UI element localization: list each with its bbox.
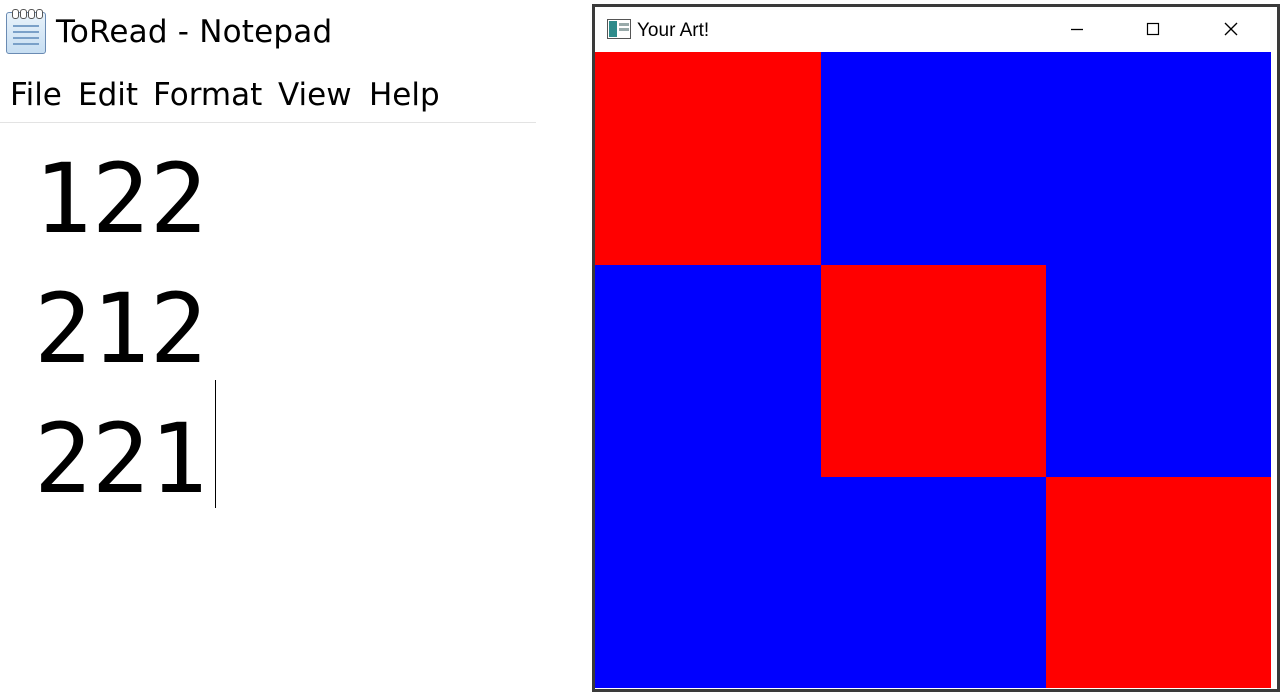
art-cell-blue: [1046, 52, 1271, 265]
menu-format[interactable]: Format: [153, 77, 262, 113]
notepad-icon: [6, 9, 46, 54]
notepad-titlebar[interactable]: ToRead - Notepad: [0, 0, 540, 66]
close-button[interactable]: [1193, 7, 1269, 51]
art-cell-blue: [1046, 265, 1271, 477]
minimize-icon: [1071, 28, 1083, 31]
text-line: 122: [34, 143, 208, 255]
maximize-icon: [1146, 22, 1160, 36]
app-window-icon: [607, 19, 631, 39]
close-icon: [1224, 22, 1238, 36]
art-window: Your Art!: [592, 4, 1280, 692]
text-line: 221: [34, 403, 208, 515]
notepad-text-area[interactable]: 122 212 221: [34, 134, 534, 524]
art-cell-red: [1046, 477, 1271, 688]
art-cell-blue: [595, 477, 821, 688]
art-cell-blue: [821, 477, 1046, 688]
text-caret: [215, 380, 216, 508]
text-line: 212: [34, 273, 208, 385]
art-cell-red: [821, 265, 1046, 477]
minimize-button[interactable]: [1039, 7, 1115, 51]
notepad-title: ToRead - Notepad: [56, 14, 333, 50]
maximize-button[interactable]: [1115, 7, 1191, 51]
menu-view[interactable]: View: [278, 77, 352, 113]
art-titlebar[interactable]: Your Art!: [595, 7, 1277, 51]
art-cell-blue: [595, 265, 821, 477]
menu-edit[interactable]: Edit: [78, 77, 138, 113]
menu-help[interactable]: Help: [369, 77, 440, 113]
art-canvas: [595, 52, 1271, 688]
art-window-title: Your Art!: [637, 20, 710, 41]
art-cell-blue: [821, 52, 1046, 265]
notepad-menubar: File Edit Format View Help: [0, 70, 536, 123]
menu-file[interactable]: File: [10, 77, 62, 113]
art-cell-red: [595, 52, 821, 265]
